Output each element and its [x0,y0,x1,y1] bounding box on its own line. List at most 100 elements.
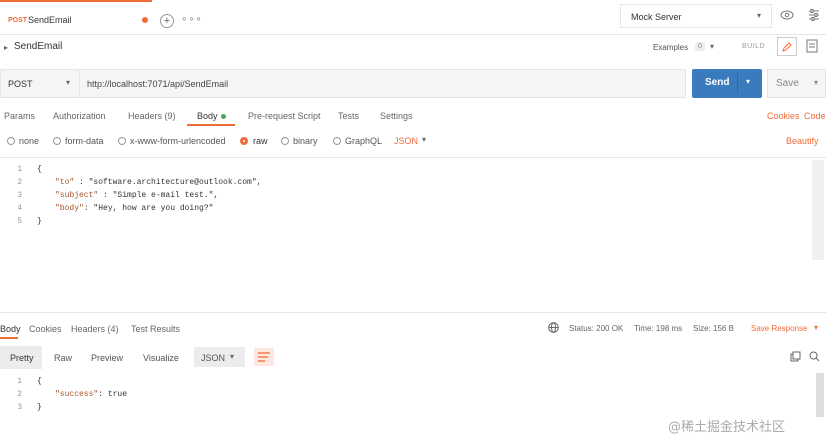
tab-body[interactable]: Body [197,111,218,121]
editor-top-border [0,157,826,158]
body-format-chevron-icon[interactable]: ▾ [422,135,426,144]
view-preview-button[interactable]: Preview [91,353,123,363]
save-response-chevron-icon[interactable]: ▾ [814,323,818,332]
environment-label: Mock Server [631,12,682,22]
save-label: Save [776,78,799,89]
method-chevron-down-icon: ▾ [66,78,71,87]
radio-form-data[interactable] [53,137,61,145]
response-tab-body[interactable]: Body [0,324,21,334]
code-token: } [37,217,42,226]
response-toolbar: Pretty Raw Preview Visualize JSON ▾ [0,346,826,369]
radio-graphql[interactable] [333,137,341,145]
line-number: 2 [17,390,22,399]
request-title[interactable]: SendEmail [14,41,62,52]
response-size[interactable]: Size: 156 B [693,324,734,333]
json-key: "subject" [55,191,99,200]
send-options-chevron-icon[interactable]: ▾ [746,77,750,86]
radio-graphql-label: GraphQL [345,136,383,146]
save-response-button[interactable]: Save Response [751,324,807,333]
radio-none[interactable] [7,137,15,145]
more-tabs-icon[interactable]: ∘∘∘ [181,14,203,25]
examples-chevron-down-icon[interactable]: ▾ [710,42,714,51]
code-token: } [37,403,42,412]
tab-tests[interactable]: Tests [338,111,359,121]
eye-icon[interactable] [780,9,794,23]
expand-chevron-icon[interactable]: ▸ [4,43,8,52]
editor-scrollbar[interactable] [812,160,824,260]
settings-sliders-icon[interactable] [808,8,820,24]
environment-select[interactable]: Mock Server ▾ [620,4,772,28]
docs-icon[interactable] [806,39,818,55]
tab-authorization[interactable]: Authorization [53,111,106,121]
body-format-select[interactable]: JSON [394,136,418,146]
json-value: : "software.architecture@outlook.com", [74,178,262,187]
globe-icon[interactable] [548,322,559,335]
search-icon[interactable] [809,351,820,364]
send-button[interactable]: Send ▾ [692,69,762,98]
response-format-chevron-icon: ▾ [230,352,235,361]
response-tab-underline [0,337,18,339]
radio-form-data-label: form-data [65,136,104,146]
response-tab-cookies[interactable]: Cookies [29,324,62,334]
json-key: "body" [55,204,84,213]
view-pretty-button[interactable]: Pretty [0,346,42,369]
url-field[interactable]: http://localhost:7071/api/SendEmail [80,69,686,98]
beautify-link[interactable]: Beautify [786,136,819,146]
response-status[interactable]: Status: 200 OK [569,324,623,333]
save-chevron-down-icon: ▾ [814,78,819,87]
view-raw-button[interactable]: Raw [54,353,72,363]
wrap-lines-icon[interactable] [254,348,274,366]
save-button[interactable]: Save ▾ [767,69,826,98]
response-tab-test-results[interactable]: Test Results [131,324,180,334]
unsaved-dot-icon[interactable] [142,17,148,23]
radio-binary[interactable] [281,137,289,145]
copy-icon[interactable] [790,351,801,364]
line-number: 5 [17,217,22,226]
tab-pre-request-script[interactable]: Pre-request Script [248,111,321,121]
radio-binary-label: binary [293,136,318,146]
line-number: 4 [17,204,22,213]
radio-urlencoded[interactable] [118,137,126,145]
pane-splitter[interactable] [0,312,826,313]
code-token: { [37,377,42,386]
active-tab-underline [187,124,235,126]
tab-params[interactable]: Params [4,111,35,121]
response-tab-headers[interactable]: Headers (4) [71,324,119,334]
edit-pencil-icon[interactable] [777,37,797,56]
code-line-2: "to" : "software.architecture@outlook.co… [55,178,261,187]
build-label[interactable]: BUILD [742,43,765,50]
chevron-down-icon: ▾ [757,11,762,20]
method-select[interactable]: POST ▾ [0,69,80,98]
response-time[interactable]: Time: 198 ms [634,324,682,333]
request-tab[interactable]: POST SendEmail [0,0,152,34]
watermark: @稀土掘金技术社区 [668,420,786,435]
radio-none-label: none [19,136,40,146]
json-key: "success" [55,390,99,399]
tab-headers[interactable]: Headers (9) [128,111,176,121]
response-scrollbar[interactable] [816,373,824,417]
json-value: : true [98,390,128,399]
radio-raw-label: raw [253,136,268,146]
code-line-3: "subject" : "Simple e-mail test.", [55,191,218,200]
radio-raw[interactable] [240,137,248,145]
examples-count: 0 [695,42,705,51]
line-number: 3 [17,191,22,200]
tab-method: POST [8,17,28,24]
code-link[interactable]: Code [804,111,826,121]
tab-settings[interactable]: Settings [380,111,413,121]
new-tab-plus-icon[interactable]: + [160,14,174,28]
line-number: 1 [17,165,22,174]
method-label: POST [8,79,33,89]
active-tab-indicator [0,0,152,2]
tab-name: SendEmail [28,15,72,25]
url-value: http://localhost:7071/api/SendEmail [87,79,229,89]
code-line-5: } [37,217,42,226]
cookies-link[interactable]: Cookies [767,111,800,121]
examples-label[interactable]: Examples [653,43,688,52]
code-line-3: } [37,403,42,412]
response-format-select[interactable]: JSON ▾ [194,347,245,367]
line-number: 1 [17,377,22,386]
send-split-divider [737,73,738,94]
view-visualize-button[interactable]: Visualize [143,353,179,363]
line-number: 3 [17,403,22,412]
